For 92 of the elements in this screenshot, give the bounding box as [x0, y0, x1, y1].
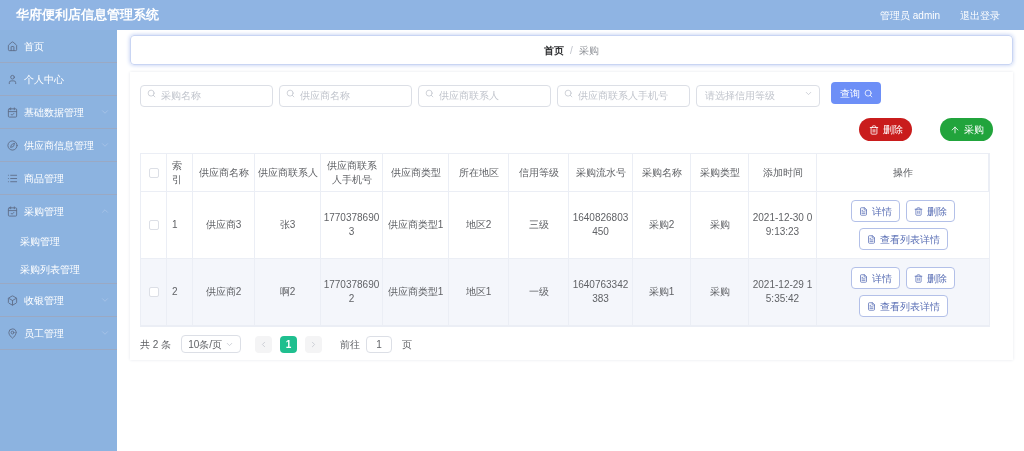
column-header: 供应商联系人 [257, 165, 318, 180]
sidebar-item[interactable]: 供应商信息管理 [0, 129, 117, 161]
search-icon [425, 89, 434, 98]
table-cell: 一级 [528, 285, 549, 299]
sidebar-item[interactable]: 首页 [0, 30, 117, 62]
page-button[interactable]: 1 [280, 335, 298, 353]
sidebar-item[interactable]: 商品管理 [0, 162, 117, 194]
search-icon [286, 89, 295, 98]
query-button[interactable]: 查询 [831, 82, 881, 104]
next-page-button[interactable] [305, 335, 323, 353]
trash-icon [868, 124, 879, 135]
table-cell: 地区1 [465, 285, 492, 299]
column-header: 供应商名称 [198, 165, 249, 180]
detail-button[interactable]: 详情 [851, 200, 900, 222]
logout-link[interactable]: 退出登录 [960, 7, 1000, 23]
table-cell: 1640826803450 [571, 211, 630, 239]
compass-icon [7, 139, 18, 151]
user-label: 管理员 admin [880, 8, 940, 23]
table-cell: 2 [172, 285, 178, 299]
table-cell: 2021-12-30 09:13:23 [751, 211, 814, 239]
sidebar-item[interactable]: 基础数据管理 [0, 96, 117, 128]
page-size-select[interactable]: 10条/页 [181, 335, 242, 353]
cube-icon [7, 294, 18, 306]
submenu-item[interactable]: 采购管理 [20, 233, 60, 249]
column-header: 采购类型 [699, 165, 740, 180]
column-header: 操作 [892, 165, 913, 180]
table-cell: 2021-12-29 15:35:42 [751, 278, 814, 306]
table-cell: 采购 [709, 218, 730, 232]
column-header: 添加时间 [762, 165, 803, 180]
column-header: 采购流水号 [575, 165, 626, 180]
document-icon [859, 273, 868, 283]
delete-button[interactable]: 删除 [859, 118, 912, 141]
detail-button[interactable]: 详情 [851, 267, 900, 289]
table-cell: 采购 [709, 285, 730, 299]
user-icon [7, 73, 18, 85]
breadcrumb-item[interactable]: 采购 [578, 42, 599, 58]
sidebar-item[interactable]: 采购管理 [0, 195, 117, 227]
table-cell: 1640763342383 [571, 278, 630, 306]
detail-button[interactable]: 查看列表详情 [858, 295, 948, 317]
table-cell: 三级 [528, 218, 549, 232]
row-delete-button[interactable]: 删除 [906, 200, 955, 222]
document-icon [859, 206, 868, 216]
submenu-item[interactable]: 采购列表管理 [20, 261, 80, 277]
detail-button[interactable]: 查看列表详情 [858, 228, 948, 250]
pin-icon [7, 327, 18, 339]
calendar-icon [7, 205, 18, 217]
search-icon [564, 89, 573, 98]
column-header: 采购名称 [641, 165, 682, 180]
trash-icon [914, 273, 923, 283]
trash-icon [914, 206, 923, 216]
column-header: 索引 [172, 158, 183, 187]
table-cell: 啊2 [279, 285, 296, 299]
table-cell: 供应商3 [205, 218, 242, 232]
chevron-down-icon [804, 89, 813, 98]
row-delete-button[interactable]: 删除 [906, 267, 955, 289]
table-cell: 供应商类型1 [387, 218, 444, 232]
sidebar-item[interactable]: 员工管理 [0, 317, 117, 349]
sidebar-item[interactable]: 收银管理 [0, 284, 117, 316]
total-count: 共 2 条 [140, 337, 172, 352]
goto-unit: 页 [402, 337, 413, 352]
goto-page-field[interactable]: 1 [366, 335, 393, 353]
table-cell: 地区2 [465, 218, 492, 232]
prev-page-button[interactable] [255, 335, 273, 353]
checkbox[interactable] [148, 167, 159, 178]
sidebar-item[interactable]: 个人中心 [0, 63, 117, 95]
home-icon [7, 40, 18, 52]
column-header: 供应商联系人手机号 [325, 158, 378, 187]
table-cell: 1 [172, 218, 178, 232]
search-icon [863, 88, 873, 98]
document-icon [866, 234, 876, 244]
checkbox[interactable] [148, 287, 159, 297]
column-header: 供应商类型 [390, 165, 441, 180]
column-header: 信用等级 [518, 165, 559, 180]
checkbox[interactable] [148, 220, 159, 230]
calendar-icon [7, 106, 18, 118]
table-cell: 张3 [279, 218, 296, 232]
table-cell: 供应商类型1 [387, 285, 444, 299]
arrow-up-icon [949, 124, 960, 135]
table-cell: 采购1 [648, 285, 675, 299]
table-cell: 17703786902 [323, 278, 380, 306]
document-icon [866, 301, 876, 311]
goto-label: 前往 [340, 337, 361, 352]
purchase-button[interactable]: 采购 [940, 118, 993, 141]
table-cell: 采购2 [648, 218, 675, 232]
search-icon [147, 89, 156, 98]
breadcrumb-separator: / [570, 43, 573, 58]
column-header: 所在地区 [458, 165, 499, 180]
breadcrumb-item[interactable]: 首页 [544, 42, 565, 58]
list-icon [7, 172, 18, 184]
table-cell: 供应商2 [205, 285, 242, 299]
app-title: 华府便利店信息管理系统 [16, 6, 160, 25]
table-cell: 17703786903 [323, 211, 380, 239]
